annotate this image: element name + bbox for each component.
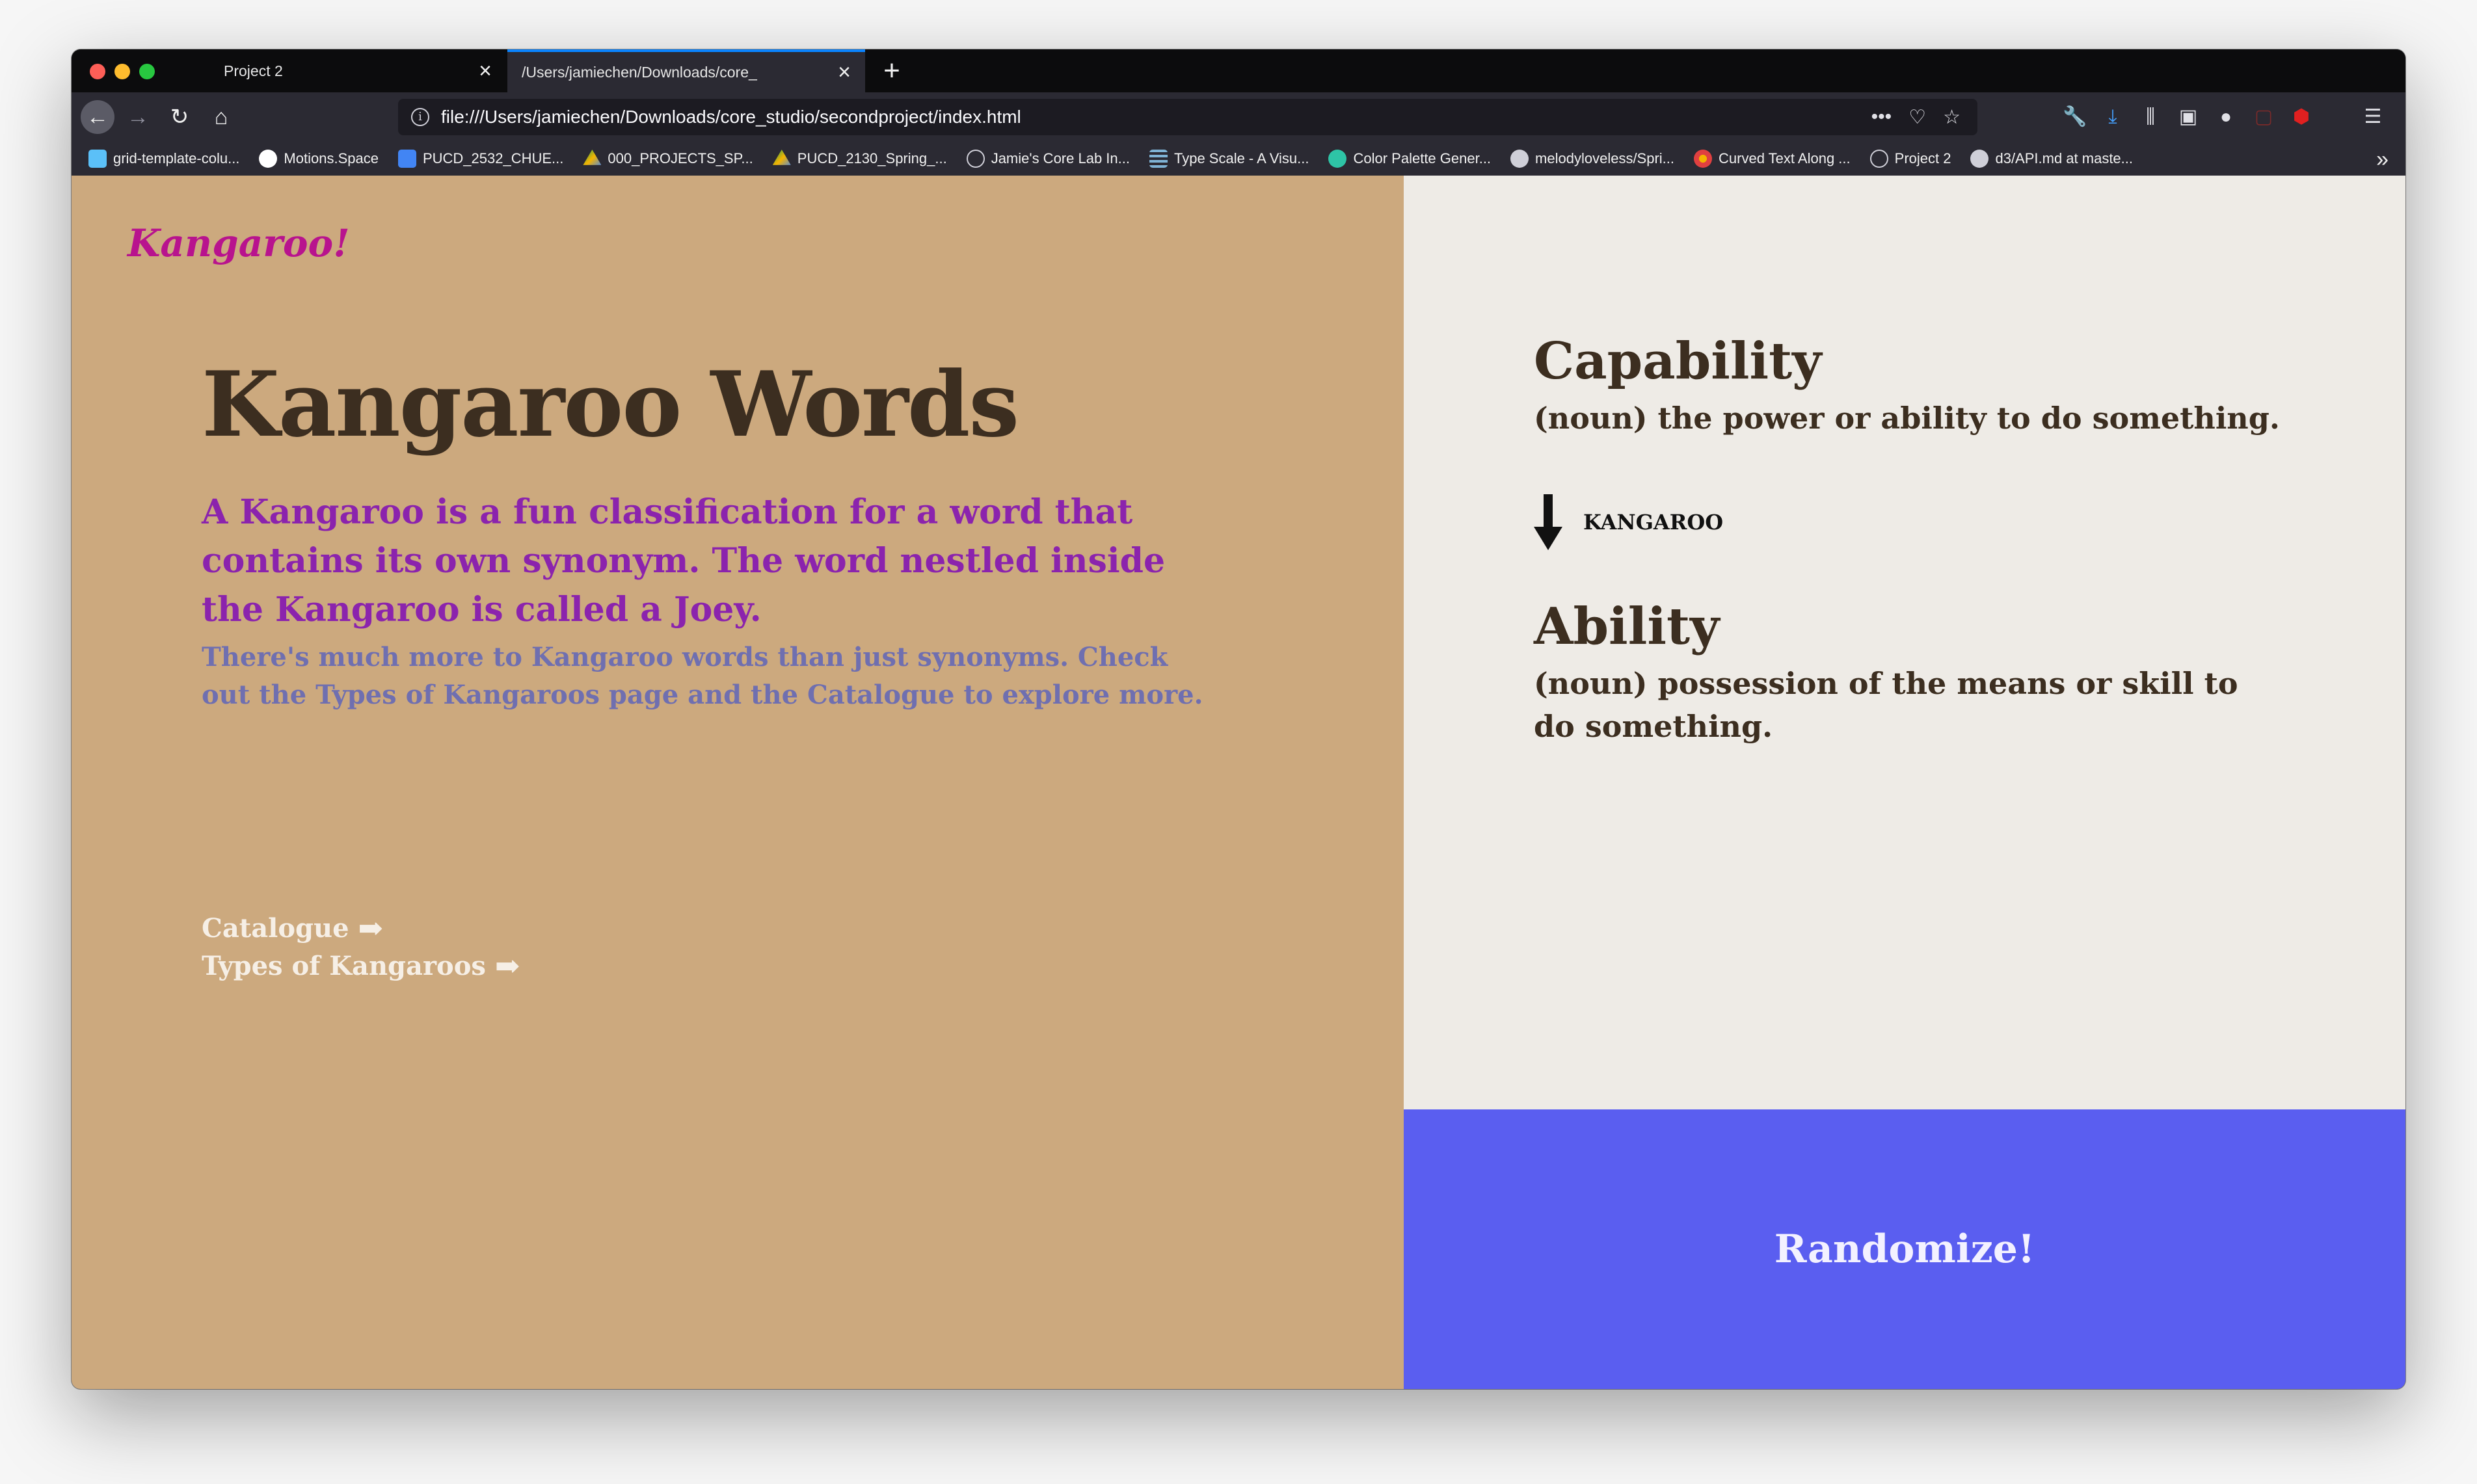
intro-lead: A Kangaroo is a fun classification for a… bbox=[202, 492, 1166, 629]
relation-indicator: KANGAROO bbox=[1534, 494, 1723, 550]
github-favicon-icon bbox=[1970, 150, 1989, 168]
bookmark-item[interactable]: Color Palette Gener... bbox=[1328, 150, 1491, 168]
down-arrow-icon bbox=[1534, 494, 1562, 550]
bookmark-item[interactable]: Curved Text Along ... bbox=[1694, 150, 1851, 168]
close-window-button[interactable] bbox=[90, 64, 105, 79]
tab-label: Project 2 bbox=[224, 62, 283, 79]
home-button[interactable]: ⌂ bbox=[204, 100, 238, 134]
bookmark-item[interactable]: 000_PROJECTS_SP... bbox=[583, 150, 753, 168]
kangaroo-word-definition: (noun) the power or ability to do someth… bbox=[1534, 401, 2280, 436]
bookmark-item[interactable]: PUCD_2532_CHUE... bbox=[397, 150, 564, 168]
drive-favicon-icon bbox=[772, 150, 791, 165]
bookmark-label: PUCD_2532_CHUE... bbox=[422, 150, 564, 166]
types-link-label: Types of Kangaroos bbox=[202, 950, 486, 981]
bookmark-label: Project 2 bbox=[1894, 150, 1951, 166]
right-arrow-icon: ➡ bbox=[494, 948, 520, 983]
intro-sub: There's much more to Kangaroo words than… bbox=[202, 642, 1203, 710]
url-text[interactable]: file:///Users/jamiechen/Downloads/core_s… bbox=[441, 107, 1871, 127]
menu-icon[interactable]: ☰ bbox=[2357, 101, 2389, 133]
tab-close-icon[interactable]: × bbox=[838, 61, 851, 83]
site-logo[interactable]: Kangaroo! bbox=[127, 221, 350, 265]
bookmark-label: d3/API.md at maste... bbox=[1995, 150, 2134, 166]
docs-favicon-icon bbox=[397, 150, 416, 168]
pocket-icon[interactable]: ♡ bbox=[1908, 106, 1926, 129]
palette-favicon-icon bbox=[1328, 150, 1347, 168]
intro-panel: Kangaroo! Kangaroo Words A Kangaroo is a… bbox=[72, 176, 1404, 1389]
circle-favicon-icon bbox=[259, 150, 278, 168]
wrench-icon[interactable]: 🔧 bbox=[2059, 101, 2091, 133]
typescale-favicon-icon bbox=[1149, 150, 1168, 168]
globe-favicon-icon bbox=[1869, 150, 1888, 168]
page-content: Kangaroo! Kangaroo Words A Kangaroo is a… bbox=[72, 176, 2405, 1389]
page-title: Kangaroo Words bbox=[202, 351, 1019, 457]
bookmark-label: melodyloveless/Spri... bbox=[1535, 150, 1675, 166]
library-icon[interactable]: ⫼ bbox=[2135, 101, 2166, 133]
bookmark-label: Curved Text Along ... bbox=[1719, 150, 1851, 166]
info-icon[interactable]: i bbox=[411, 108, 429, 126]
download-icon[interactable]: ⤓ bbox=[2097, 101, 2128, 133]
tab-strip: Project 2 × /Users/jamiechen/Downloads/c… bbox=[72, 49, 2405, 92]
bookmark-item[interactable]: Project 2 bbox=[1869, 150, 1951, 168]
github-favicon-icon bbox=[1510, 150, 1529, 168]
kangaroo-word-title: Capability bbox=[1534, 332, 1822, 391]
back-button[interactable]: ← bbox=[81, 100, 114, 134]
bookmark-item[interactable]: grid-template-colu... bbox=[88, 150, 239, 168]
word-pair-panel: Capability (noun) the power or ability t… bbox=[1404, 176, 2405, 1109]
reload-button[interactable]: ↻ bbox=[163, 100, 196, 134]
bookmark-item[interactable]: Type Scale - A Visu... bbox=[1149, 150, 1309, 168]
right-arrow-icon: ➡ bbox=[358, 910, 384, 946]
types-of-kangaroos-link[interactable]: Types of Kangaroos ➡ bbox=[202, 948, 520, 983]
new-tab-button[interactable]: + bbox=[876, 55, 908, 87]
bookmark-label: grid-template-colu... bbox=[113, 150, 240, 166]
bookmark-favicon-icon bbox=[88, 150, 107, 168]
navigation-toolbar: ← → ↻ ⌂ i file:///Users/jamiechen/Downlo… bbox=[72, 92, 2405, 142]
bookmark-item[interactable]: PUCD_2130_Spring_... bbox=[772, 150, 947, 168]
relation-label: KANGAROO bbox=[1583, 510, 1724, 535]
bookmarks-overflow-icon[interactable]: » bbox=[2376, 147, 2389, 172]
bookmark-item[interactable]: Motions.Space bbox=[259, 150, 379, 168]
catalogue-link-label: Catalogue bbox=[202, 912, 349, 944]
bookmark-item[interactable]: melodyloveless/Spri... bbox=[1510, 150, 1674, 168]
bookmark-label: Motions.Space bbox=[284, 150, 379, 166]
tab-active-index[interactable]: /Users/jamiechen/Downloads/core_ × bbox=[507, 49, 865, 92]
drive-favicon-icon bbox=[583, 150, 602, 165]
bookmark-item[interactable]: d3/API.md at maste... bbox=[1970, 150, 2133, 168]
browser-window: Project 2 × /Users/jamiechen/Downloads/c… bbox=[72, 49, 2405, 1389]
minimize-window-button[interactable] bbox=[114, 64, 130, 79]
account-icon[interactable]: ● bbox=[2210, 101, 2242, 133]
joey-word-definition: (noun) possession of the means or skill … bbox=[1534, 666, 2238, 744]
globe-favicon-icon bbox=[966, 150, 985, 168]
randomize-button[interactable]: Randomize! bbox=[1404, 1109, 2405, 1389]
ublock-icon[interactable]: ⬢ bbox=[2286, 101, 2317, 133]
randomize-label: Randomize! bbox=[1774, 1226, 2035, 1272]
address-bar[interactable]: i file:///Users/jamiechen/Downloads/core… bbox=[398, 99, 1977, 135]
bookmark-label: 000_PROJECTS_SP... bbox=[608, 150, 753, 166]
bookmark-label: Color Palette Gener... bbox=[1353, 150, 1492, 166]
curved-text-favicon-icon bbox=[1694, 150, 1713, 168]
tab-label: /Users/jamiechen/Downloads/core_ bbox=[522, 63, 757, 81]
tab-project-2[interactable]: Project 2 × bbox=[209, 49, 506, 92]
bookmark-label: Type Scale - A Visu... bbox=[1173, 150, 1309, 166]
sidebar-icon[interactable]: ▣ bbox=[2173, 101, 2204, 133]
zoom-window-button[interactable] bbox=[139, 64, 155, 79]
tab-close-icon[interactable]: × bbox=[479, 60, 492, 82]
bookmark-label: Jamie's Core Lab In... bbox=[991, 150, 1130, 166]
catalogue-link[interactable]: Catalogue ➡ bbox=[202, 910, 383, 946]
bookmarks-toolbar: grid-template-colu... Motions.Space PUCD… bbox=[72, 142, 2405, 176]
extension-icon[interactable]: ▢ bbox=[2248, 101, 2279, 133]
bookmark-star-icon[interactable]: ☆ bbox=[1943, 106, 1961, 129]
bookmark-item[interactable]: Jamie's Core Lab In... bbox=[966, 150, 1130, 168]
bookmark-label: PUCD_2130_Spring_... bbox=[797, 150, 947, 166]
joey-word-title: Ability bbox=[1534, 597, 1720, 656]
more-actions-icon[interactable]: ••• bbox=[1871, 106, 1892, 128]
forward-button[interactable]: → bbox=[121, 100, 155, 134]
